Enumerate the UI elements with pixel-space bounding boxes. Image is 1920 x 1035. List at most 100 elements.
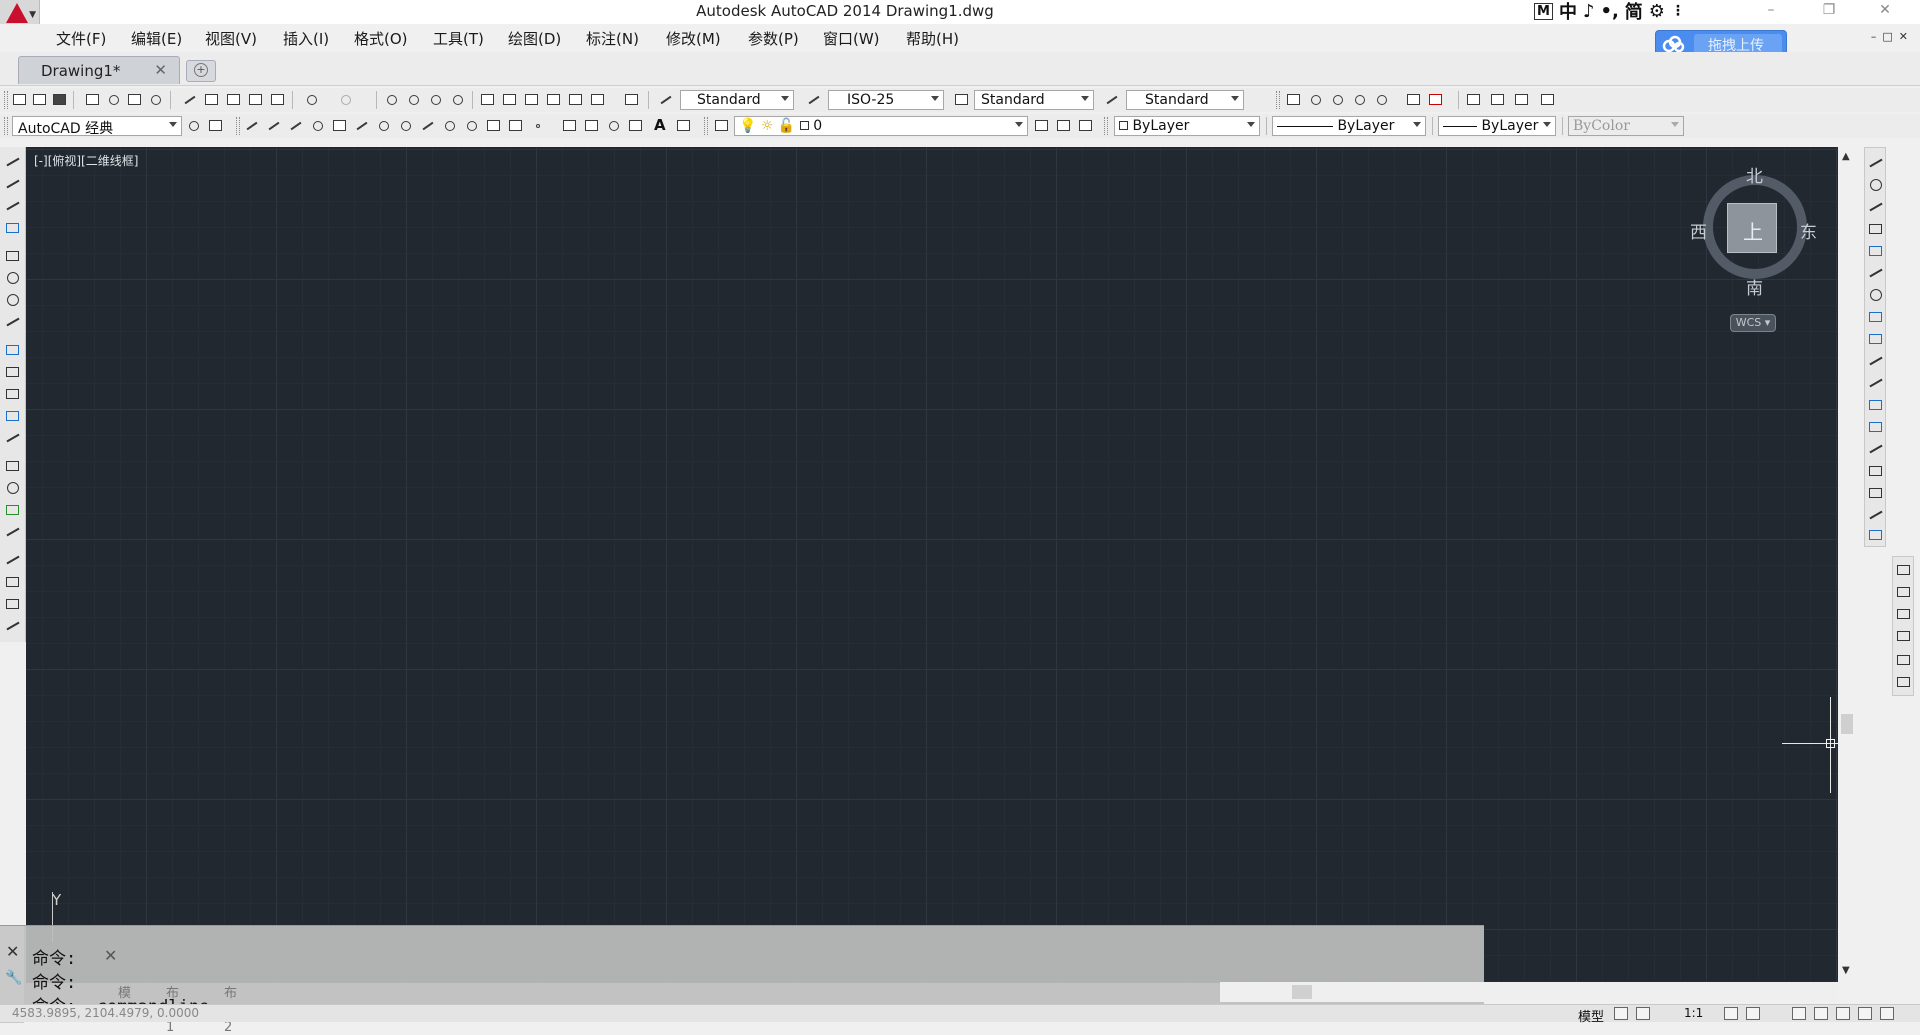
color-select[interactable]: ByLayer — [1114, 116, 1260, 136]
pan-icon[interactable] — [384, 92, 400, 108]
wcs-menu-button[interactable]: WCS ▾ — [1730, 314, 1776, 332]
blend-curves-icon[interactable] — [1868, 508, 1884, 522]
tab-drawing1[interactable]: Drawing1* ✕ — [18, 56, 180, 84]
ellipse-arc-icon[interactable] — [464, 118, 480, 134]
copy-icon[interactable] — [1868, 178, 1884, 192]
wrench-icon[interactable]: 🔧 — [5, 970, 22, 986]
menu-modify[interactable]: 修改(M) — [666, 28, 721, 49]
new-tab-button[interactable]: + — [186, 60, 216, 82]
join-icon[interactable] — [1868, 442, 1884, 456]
table-icon[interactable] — [5, 553, 21, 567]
open-file-icon[interactable] — [32, 92, 48, 108]
toolbar-grip[interactable] — [4, 91, 8, 109]
extend-icon[interactable] — [1868, 376, 1884, 390]
scrollbar-thumb[interactable] — [1292, 985, 1312, 999]
compass-south[interactable]: 南 — [1746, 274, 1763, 299]
compass-north[interactable]: 北 — [1746, 162, 1763, 187]
clean-screen-icon[interactable] — [1880, 1007, 1894, 1020]
make-block-icon[interactable] — [508, 118, 524, 134]
close-icon[interactable]: ✕ — [154, 61, 167, 79]
ellipse-icon[interactable] — [442, 118, 458, 134]
sheet-set-icon[interactable] — [546, 92, 562, 108]
match-properties-icon[interactable] — [248, 92, 264, 108]
publish-icon[interactable] — [127, 92, 143, 108]
offset-icon[interactable] — [1868, 222, 1884, 236]
document-window-controls[interactable]: –□✕ — [1871, 30, 1914, 43]
arc-icon[interactable] — [354, 118, 370, 134]
polyline-icon[interactable] — [288, 118, 304, 134]
compass-east[interactable]: 东 — [1800, 218, 1817, 243]
drawing-canvas[interactable]: [-][俯视][二维线框] — [26, 147, 1838, 983]
multiline-text-icon[interactable]: A — [652, 116, 668, 134]
minimize-button[interactable]: – — [1748, 0, 1794, 22]
layout-viewports-icon[interactable] — [1490, 92, 1506, 108]
table-style-icon[interactable] — [954, 92, 970, 108]
rectangle-icon[interactable] — [332, 118, 348, 134]
line-icon[interactable] — [5, 155, 21, 169]
add-selected-icon[interactable] — [676, 118, 692, 134]
hatch-icon[interactable] — [5, 481, 21, 495]
restore-button[interactable]: ❐ — [1806, 0, 1852, 22]
toolbar-grip[interactable] — [1104, 117, 1108, 135]
quick-view-drawings-icon[interactable] — [1636, 1007, 1650, 1020]
text-to-front-icon[interactable] — [1896, 653, 1912, 667]
toolbar-grip[interactable] — [704, 117, 708, 135]
menu-edit[interactable]: 编辑(E) — [131, 28, 182, 49]
page-setup-icon[interactable] — [1514, 92, 1530, 108]
annotation-scale[interactable]: 1:1 — [1684, 1006, 1703, 1020]
circle-icon[interactable] — [376, 118, 392, 134]
menu-dimension[interactable]: 标注(N) — [586, 28, 639, 49]
scroll-down-icon[interactable]: ▼ — [1842, 965, 1850, 976]
polyline-icon[interactable] — [5, 199, 21, 213]
bring-above-icon[interactable] — [1896, 607, 1912, 621]
insert-block-icon[interactable] — [5, 409, 21, 423]
zoom-window-icon[interactable] — [428, 92, 444, 108]
move-icon[interactable] — [1868, 266, 1884, 280]
mtext-icon[interactable] — [5, 575, 21, 589]
viewcube-top-face[interactable]: 上 — [1727, 203, 1777, 253]
layer-properties-icon[interactable] — [714, 118, 730, 134]
viewport-controls[interactable]: [-][俯视][二维线框] — [34, 152, 138, 169]
workspace-save-icon[interactable] — [208, 118, 224, 134]
view-iso-icon[interactable] — [1374, 92, 1390, 108]
sun-icon[interactable]: ☼ — [761, 118, 774, 134]
gradient-icon[interactable] — [5, 503, 21, 517]
calculator-icon[interactable] — [590, 92, 606, 108]
ellipse-arc-icon[interactable] — [5, 387, 21, 401]
menu-help[interactable]: 帮助(H) — [906, 28, 959, 49]
cut-icon[interactable] — [182, 92, 198, 108]
rectangle-icon[interactable] — [5, 249, 21, 263]
toolbar-grip[interactable] — [4, 117, 8, 135]
copy-icon[interactable] — [204, 92, 220, 108]
lock-icon[interactable] — [1814, 1007, 1828, 1020]
array-icon[interactable] — [1868, 244, 1884, 258]
ime-chinese-toggle[interactable]: 中 — [1559, 0, 1577, 24]
zoom-realtime-icon[interactable] — [406, 92, 422, 108]
send-to-back-icon[interactable] — [1896, 585, 1912, 599]
compass-west[interactable]: 西 — [1690, 218, 1707, 243]
text-style-select[interactable]: Standard — [680, 90, 794, 110]
arc-icon[interactable] — [5, 271, 21, 285]
menu-view[interactable]: 视图(V) — [205, 28, 257, 49]
scroll-up-icon[interactable]: ▲ — [1842, 151, 1850, 162]
spline-icon[interactable] — [420, 118, 436, 134]
view-named-icon[interactable] — [1286, 92, 1302, 108]
multileader-style-select[interactable]: Standard — [1126, 90, 1244, 110]
ime-settings-icon[interactable]: ⚙ — [1649, 1, 1665, 22]
plot-preview-icon[interactable] — [106, 92, 122, 108]
bring-to-front-icon[interactable] — [1896, 563, 1912, 577]
fillet-icon[interactable] — [1868, 486, 1884, 500]
view-front-icon[interactable] — [1330, 92, 1346, 108]
menu-file[interactable]: 文件(F) — [56, 28, 106, 49]
dimension-style-select[interactable]: ISO-25 — [828, 90, 944, 110]
new-file-icon[interactable] — [12, 92, 28, 108]
sheet-layout-icon[interactable] — [1466, 92, 1482, 108]
hatch-icon[interactable] — [562, 118, 578, 134]
model-space-toggle[interactable]: 模型 — [1578, 1006, 1604, 1025]
gradient-icon[interactable] — [584, 118, 600, 134]
save-icon[interactable] — [52, 92, 68, 108]
menu-draw[interactable]: 绘图(D) — [508, 28, 561, 49]
layer-states-icon[interactable] — [1078, 118, 1094, 134]
ime-fullwidth-icon[interactable]: •, — [1600, 1, 1618, 22]
toolbar-grip[interactable] — [236, 117, 240, 135]
